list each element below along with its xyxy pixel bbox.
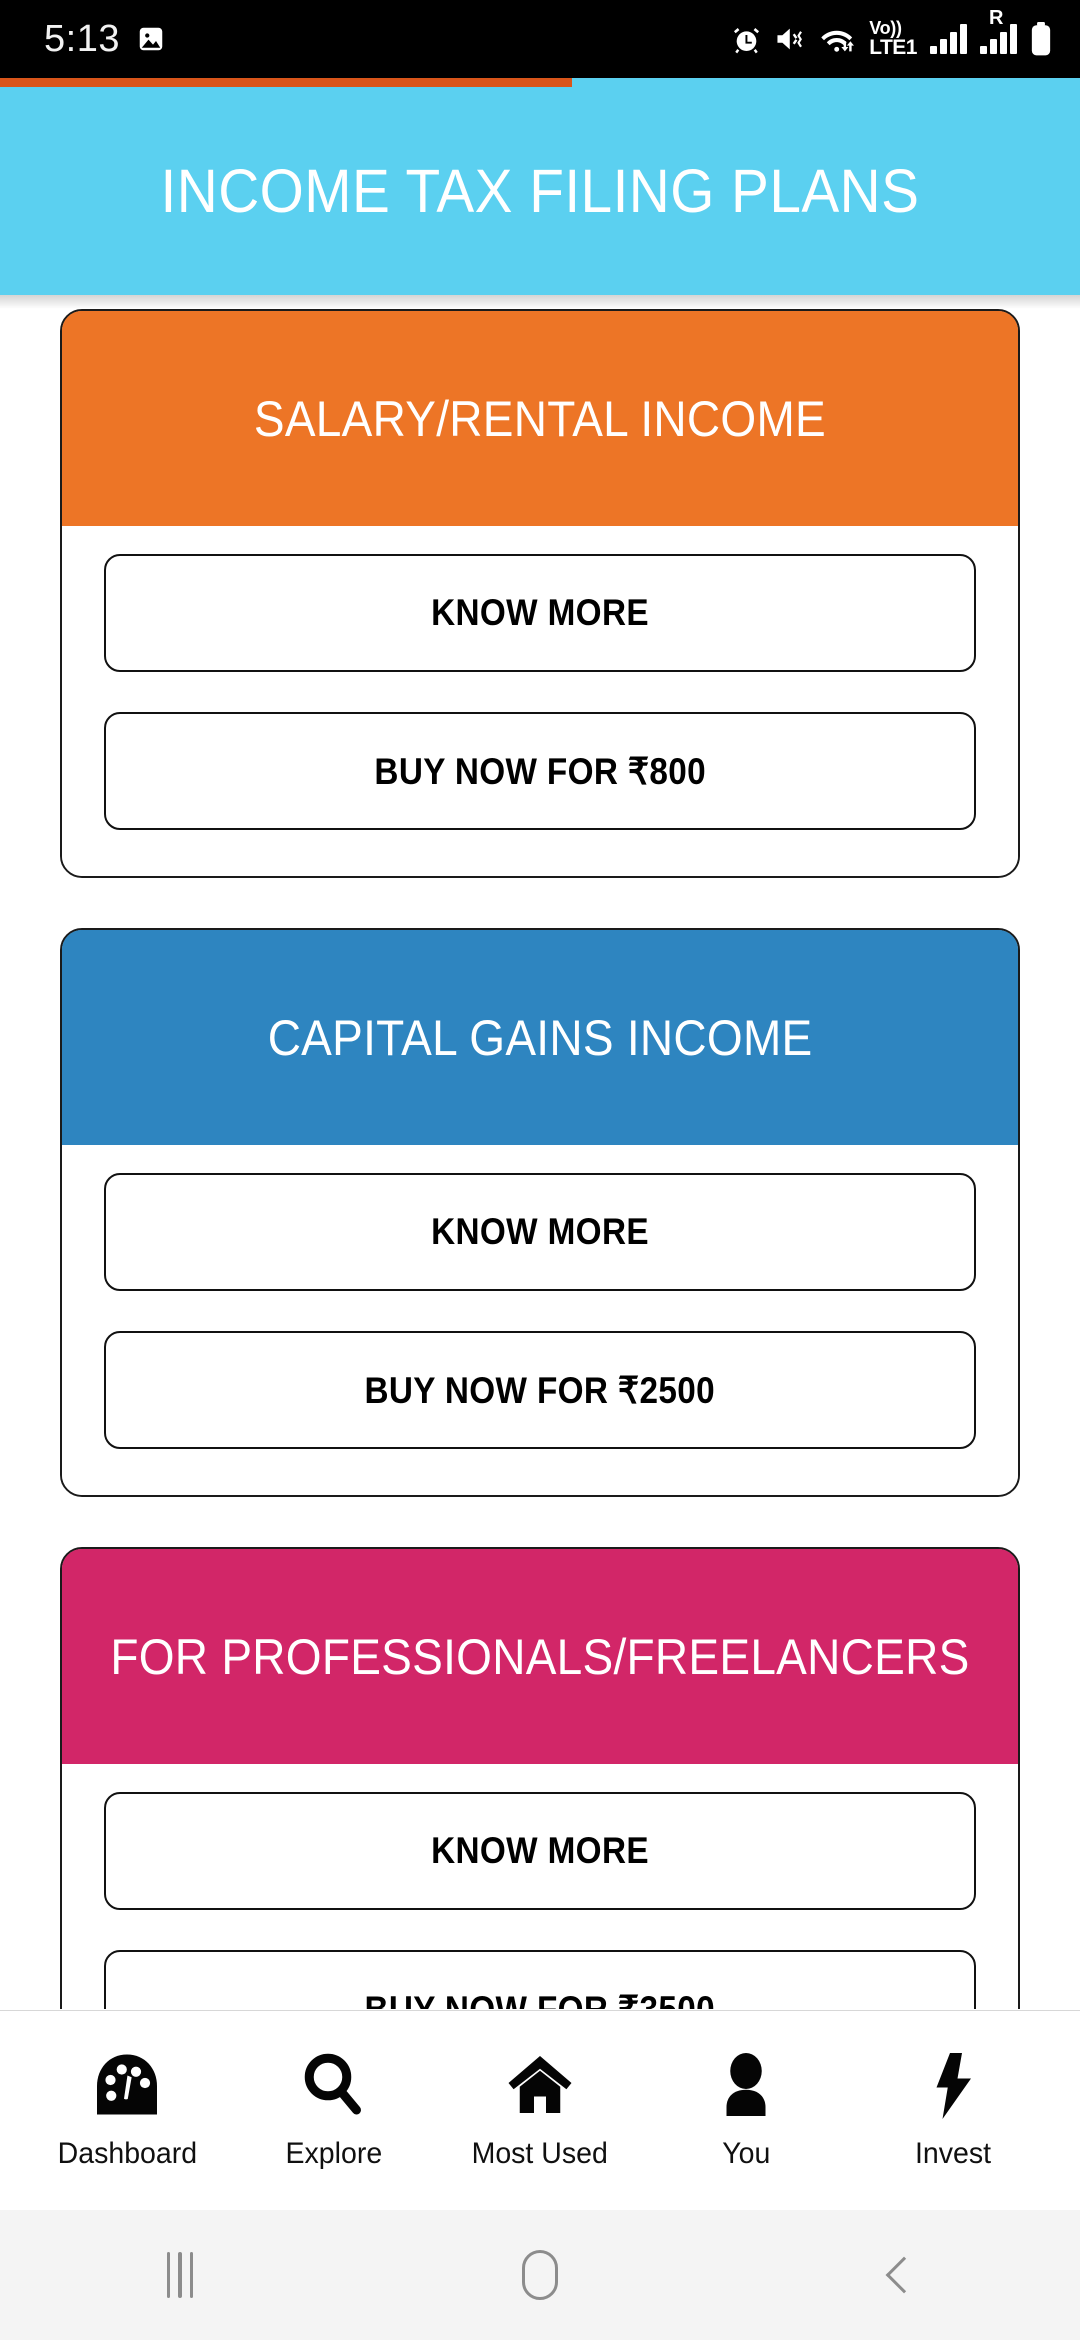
plan-card-capital-gains[interactable]: CAPITAL GAINS INCOME KNOW MORE BUY NOW F… [60, 928, 1020, 1497]
plan-card-body: KNOW MORE BUY NOW FOR ₹2500 [62, 1145, 1018, 1495]
nav-item-explore[interactable]: Explore [239, 2051, 429, 2171]
page-load-progress-fill [0, 78, 573, 87]
person-icon [710, 2051, 782, 2121]
know-more-button[interactable]: KNOW MORE [104, 1173, 976, 1291]
nav-item-dashboard[interactable]: Dashboard [32, 2051, 222, 2171]
home-button[interactable] [465, 2210, 615, 2340]
battery-icon [1030, 22, 1052, 56]
status-bar-left: 5:13 [44, 18, 166, 61]
page-load-progress-track [0, 78, 1080, 87]
home-pill-icon [522, 2250, 558, 2300]
wifi-data-icon [820, 24, 856, 55]
nav-label: Explore [285, 2136, 382, 2170]
roaming-signal-icon: R [980, 7, 1017, 54]
volte-line1: Vo)) [869, 18, 902, 39]
back-button[interactable] [825, 2210, 975, 2340]
android-system-navigation [0, 2210, 1080, 2340]
signal-bars-icon [930, 24, 967, 54]
plan-card-professionals-freelancers[interactable]: FOR PROFESSIONALS/FREELANCERS KNOW MORE … [60, 1547, 1020, 2009]
know-more-button[interactable]: KNOW MORE [104, 554, 976, 672]
status-bar-right: Vo)) LTE1 R [731, 7, 1052, 59]
buy-now-button[interactable]: BUY NOW FOR ₹2500 [104, 1331, 976, 1449]
plan-title: FOR PROFESSIONALS/FREELANCERS [110, 1628, 970, 1685]
nav-label: Dashboard [57, 2136, 197, 2170]
buy-now-button[interactable]: BUY NOW FOR ₹800 [104, 712, 976, 830]
phone-screen: 5:13 Vo)) LTE1 R INCOME TAX FILING PLANS… [0, 0, 1080, 2340]
speedometer-icon [91, 2051, 163, 2121]
plan-card-header: CAPITAL GAINS INCOME [62, 930, 1018, 1145]
app-header: INCOME TAX FILING PLANS [0, 87, 1080, 295]
plan-card-body: KNOW MORE BUY NOW FOR ₹800 [62, 526, 1018, 876]
plan-card-header: SALARY/RENTAL INCOME [62, 311, 1018, 526]
know-more-button[interactable]: KNOW MORE [104, 1792, 976, 1910]
nav-item-invest[interactable]: Invest [858, 2051, 1048, 2171]
roaming-label: R [989, 7, 1004, 29]
alarm-icon [731, 24, 762, 55]
volte-icon: Vo)) LTE1 [869, 18, 917, 59]
header-shadow [0, 295, 1080, 309]
plan-card-salary-rental[interactable]: SALARY/RENTAL INCOME KNOW MORE BUY NOW F… [60, 309, 1020, 878]
nav-item-you[interactable]: You [651, 2051, 841, 2171]
plan-title: SALARY/RENTAL INCOME [253, 390, 827, 447]
status-bar: 5:13 Vo)) LTE1 R [0, 0, 1080, 78]
recents-icon [166, 2252, 194, 2298]
buy-now-button[interactable]: BUY NOW FOR ₹3500 [104, 1950, 976, 2009]
search-icon [298, 2051, 370, 2121]
plan-title: CAPITAL GAINS INCOME [267, 1009, 813, 1066]
plans-scroll-area[interactable]: SALARY/RENTAL INCOME KNOW MORE BUY NOW F… [0, 309, 1080, 2009]
volte-line2: LTE1 [869, 35, 917, 59]
bottom-navigation-bar: Dashboard Explore Most Used You Invest [0, 2010, 1080, 2210]
lightning-bolt-icon [917, 2051, 989, 2121]
nav-label: Invest [914, 2136, 991, 2170]
image-icon [136, 24, 166, 54]
plan-card-header: FOR PROFESSIONALS/FREELANCERS [62, 1549, 1018, 1764]
nav-label: You [722, 2136, 771, 2170]
home-icon [504, 2051, 576, 2121]
nav-item-most-used[interactable]: Most Used [445, 2051, 635, 2171]
chevron-left-icon [885, 2256, 923, 2294]
recents-button[interactable] [105, 2210, 255, 2340]
nav-label: Most Used [471, 2136, 609, 2170]
page-title: INCOME TAX FILING PLANS [160, 157, 920, 225]
status-time: 5:13 [44, 17, 120, 60]
mute-vibrate-icon [775, 24, 807, 54]
plan-card-body: KNOW MORE BUY NOW FOR ₹3500 [62, 1764, 1018, 2009]
